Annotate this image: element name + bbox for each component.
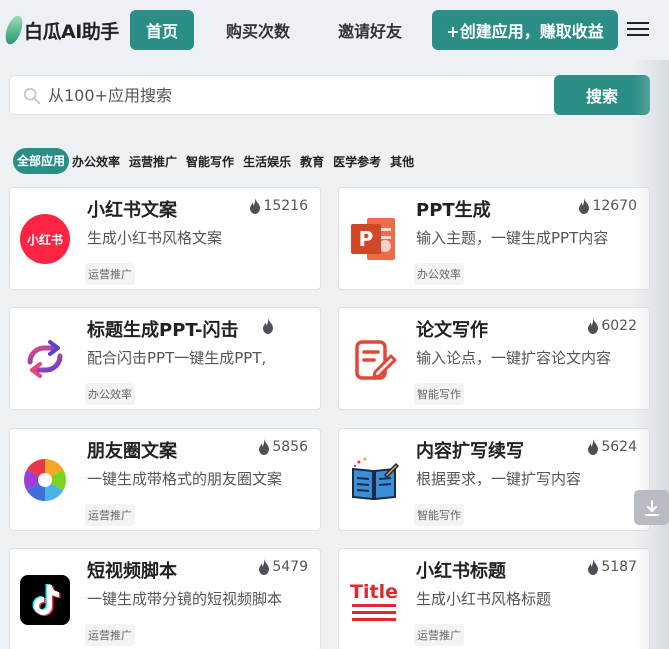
hot-count — [262, 318, 276, 334]
category-other[interactable]: 其他 — [390, 153, 414, 170]
card-description: 一键生成带格式的朋友圈文案 — [87, 470, 283, 488]
open-book-icon — [352, 457, 399, 501]
card-tag: 智能写作 — [414, 383, 464, 405]
flame-icon — [259, 439, 270, 455]
card-title: 短视频脚本 — [87, 561, 177, 582]
hot-count-value: 5856 — [272, 439, 308, 455]
card-title: PPT生成 — [416, 200, 491, 221]
app-card-moments-copy[interactable]: 朋友圈文案 5856 一键生成带格式的朋友圈文案 运营推广 — [9, 428, 321, 531]
hot-count: 12670 — [578, 198, 637, 214]
download-button[interactable] — [634, 490, 669, 525]
category-education[interactable]: 教育 — [300, 153, 324, 170]
hamburger-menu-icon[interactable] — [627, 19, 649, 39]
card-tag: 运营推广 — [414, 624, 464, 646]
download-icon — [644, 499, 659, 516]
category-all[interactable]: 全部应用 — [13, 148, 70, 174]
edit-document-icon — [355, 340, 397, 380]
card-description: 根据要求，一键扩写内容 — [416, 470, 582, 488]
card-tag: 运营推广 — [85, 263, 135, 285]
svg-text:小红书: 小红书 — [27, 232, 63, 247]
category-medical[interactable]: 医学参考 — [333, 153, 381, 170]
logo-mark-icon — [2, 13, 26, 47]
flame-icon — [259, 559, 270, 575]
top-header: 白瓜AI助手 首页 购买次数 邀请好友 +创建应用，赚取收益 — [0, 0, 669, 60]
hot-count-value: 15216 — [263, 198, 308, 214]
app-card-short-video-script[interactable]: 短视频脚本 5479 一键生成带分镜的短视频脚本 运营推广 — [9, 548, 321, 649]
hot-count: 5856 — [258, 439, 308, 455]
title-icon: Title — [350, 581, 398, 621]
hot-count-value: 5187 — [601, 559, 637, 575]
logo-text: 白瓜AI助手 — [24, 20, 119, 43]
category-office[interactable]: 办公效率 — [72, 153, 120, 170]
flame-icon — [579, 198, 590, 214]
card-tag: 办公效率 — [85, 383, 135, 405]
app-card-xiaohongshu-title[interactable]: Title 小红书标题 5187 生成小红书风格标题 运营推广 — [338, 548, 650, 649]
app-card-flash-ppt[interactable]: 标题生成PPT-闪击 配合闪击PPT一键生成PPT, 办公效率 — [9, 307, 321, 410]
category-writing[interactable]: 智能写作 — [186, 153, 234, 170]
card-title: 论文写作 — [416, 320, 488, 341]
app-card-ppt-generate[interactable]: P PPT生成 12670 输入主题，一键生成PPT内容 办公效率 — [338, 187, 650, 290]
card-title: 内容扩写续写 — [416, 441, 524, 462]
hot-count-value: 5624 — [601, 439, 637, 455]
camera-aperture-icon — [23, 459, 67, 501]
app-card-content-expand[interactable]: 内容扩写续写 5624 根据要求，一键扩写内容 智能写作 — [338, 428, 650, 531]
nav-buy-button[interactable]: 购买次数 — [214, 10, 302, 50]
card-description: 配合闪击PPT一键生成PPT, — [87, 349, 267, 367]
search-bar: 搜索 — [9, 75, 650, 115]
card-tag: 运营推广 — [85, 504, 135, 526]
svg-text:P: P — [359, 227, 374, 251]
card-tag: 智能写作 — [414, 504, 464, 526]
card-title: 标题生成PPT-闪击 — [87, 320, 239, 341]
card-description: 一键生成带分镜的短视频脚本 — [87, 590, 283, 608]
card-title: 小红书文案 — [87, 200, 177, 221]
card-description: 生成小红书风格标题 — [416, 590, 552, 608]
hot-count-value: 12670 — [592, 198, 637, 214]
card-title: 朋友圈文案 — [87, 441, 177, 462]
card-description: 生成小红书风格文案 — [87, 229, 223, 247]
card-tag: 办公效率 — [414, 263, 464, 285]
hot-count: 5479 — [258, 559, 308, 575]
card-description: 输入论点，一键扩容论文内容 — [416, 349, 612, 367]
search-button[interactable]: 搜索 — [554, 75, 650, 115]
app-card-paper-writing[interactable]: 论文写作 6022 输入论点，一键扩容论文内容 智能写作 — [338, 307, 650, 410]
create-app-button[interactable]: +创建应用，赚取收益 — [432, 10, 618, 50]
hot-count-value: 6022 — [601, 318, 637, 334]
hot-count: 15216 — [249, 198, 308, 214]
flame-icon — [263, 318, 273, 334]
app-card-xiaohongshu-copy[interactable]: 小红书 小红书文案 15216 生成小红书风格文案 运营推广 — [9, 187, 321, 290]
flame-icon — [588, 318, 599, 334]
hot-count: 5187 — [587, 559, 637, 575]
flame-icon — [250, 198, 261, 214]
xiaohongshu-icon: 小红书 — [20, 214, 70, 264]
flame-icon — [588, 559, 599, 575]
nav-home-button[interactable]: 首页 — [130, 10, 194, 50]
tiktok-icon — [20, 575, 70, 625]
card-title: 小红书标题 — [416, 561, 506, 582]
hot-count-value: 5479 — [272, 559, 308, 575]
category-lifestyle[interactable]: 生活娱乐 — [243, 153, 291, 170]
svg-text:Title: Title — [350, 581, 398, 603]
hot-count: 6022 — [587, 318, 637, 334]
hot-count: 5624 — [587, 439, 637, 455]
flash-ppt-icon — [27, 340, 63, 378]
card-description: 输入主题，一键生成PPT内容 — [416, 229, 609, 247]
category-tabs: 全部应用 办公效率 运营推广 智能写作 生活娱乐 教育 医学参考 其他 — [13, 148, 423, 174]
search-icon — [23, 87, 41, 105]
powerpoint-icon: P — [351, 218, 395, 260]
search-input[interactable] — [48, 76, 553, 114]
nav-invite-button[interactable]: 邀请好友 — [324, 10, 416, 50]
category-marketing[interactable]: 运营推广 — [129, 153, 177, 170]
flame-icon — [588, 439, 599, 455]
card-tag: 运营推广 — [85, 624, 135, 646]
logo[interactable]: 白瓜AI助手 — [2, 12, 119, 48]
